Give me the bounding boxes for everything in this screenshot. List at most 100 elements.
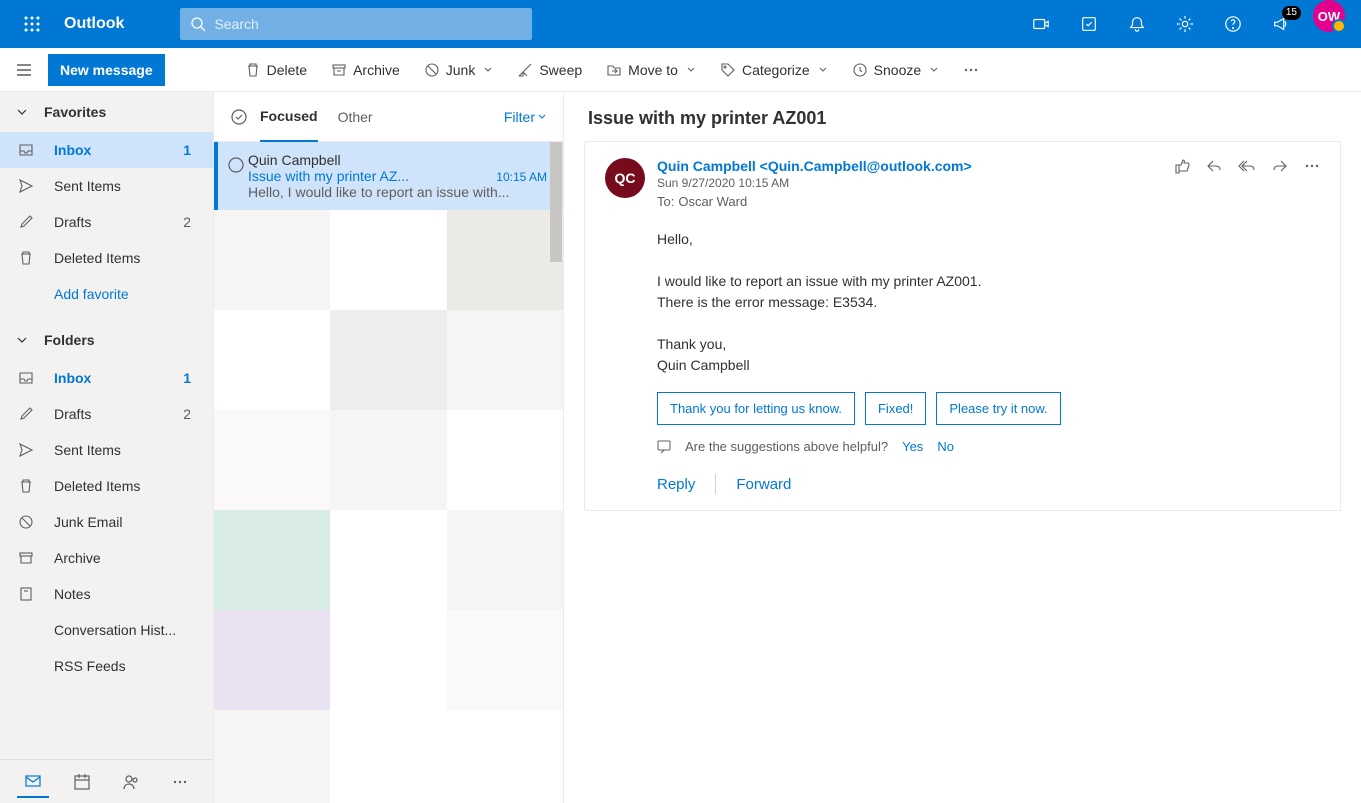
- add-favorite-link[interactable]: Add favorite: [0, 276, 213, 312]
- whatsnew-icon[interactable]: 15: [1257, 0, 1305, 48]
- nav-inbox[interactable]: Inbox1: [0, 132, 213, 168]
- favorites-header[interactable]: Favorites: [0, 92, 213, 132]
- my-day-icon[interactable]: [1065, 0, 1113, 48]
- list-scrollbar[interactable]: [549, 142, 563, 803]
- folder-sent[interactable]: Sent Items: [0, 432, 213, 468]
- feedback-no[interactable]: No: [937, 439, 954, 454]
- reading-pane: Issue with my printer AZ001 QC Quin Camp…: [564, 92, 1361, 803]
- hamburger-icon[interactable]: [8, 54, 40, 86]
- teams-call-icon[interactable]: [1017, 0, 1065, 48]
- app-title: Outlook: [56, 15, 140, 33]
- junk-button[interactable]: Junk: [414, 54, 504, 86]
- junk-icon: [16, 514, 36, 530]
- chevron-down-icon: [818, 65, 828, 75]
- moveto-icon: [606, 62, 622, 78]
- nav-sent[interactable]: Sent Items: [0, 168, 213, 204]
- forward-link[interactable]: Forward: [736, 476, 791, 493]
- drafts-icon: [16, 214, 36, 230]
- notes-icon: [16, 586, 36, 602]
- archive-button[interactable]: Archive: [321, 54, 410, 86]
- tab-other[interactable]: Other: [338, 92, 373, 142]
- inbox-icon: [16, 142, 36, 158]
- folder-archive[interactable]: Archive: [0, 540, 213, 576]
- message-sender: Quin Campbell: [248, 152, 547, 168]
- command-bar: New message Delete Archive Junk Sweep Mo…: [0, 48, 1361, 92]
- chevron-down-icon: [537, 112, 547, 122]
- message-list-pane: Focused Other Filter Quin Campbell Issue…: [214, 92, 564, 803]
- notifications-icon[interactable]: [1113, 0, 1161, 48]
- drafts-icon: [16, 406, 36, 422]
- trash-icon: [16, 250, 36, 266]
- select-all-icon[interactable]: [230, 108, 248, 126]
- ghost-placeholder: [214, 210, 563, 803]
- delete-button[interactable]: Delete: [235, 54, 317, 86]
- filter-button[interactable]: Filter: [504, 109, 547, 125]
- folder-rss[interactable]: RSS Feeds: [0, 648, 213, 684]
- people-module-icon[interactable]: [115, 766, 147, 798]
- notification-badge: 15: [1282, 6, 1301, 20]
- chevron-down-icon: [16, 106, 28, 118]
- reading-subject: Issue with my printer AZ001: [584, 108, 1341, 129]
- chevron-down-icon: [483, 65, 493, 75]
- suggested-reply-3[interactable]: Please try it now.: [936, 392, 1060, 425]
- folder-drafts[interactable]: Drafts2: [0, 396, 213, 432]
- folder-junk[interactable]: Junk Email: [0, 504, 213, 540]
- nav-deleted[interactable]: Deleted Items: [0, 240, 213, 276]
- forward-icon[interactable]: [1272, 158, 1288, 174]
- app-launcher-icon[interactable]: [8, 0, 56, 48]
- more-modules-icon[interactable]: [164, 766, 196, 798]
- folder-deleted[interactable]: Deleted Items: [0, 468, 213, 504]
- tab-focused[interactable]: Focused: [260, 92, 318, 142]
- archive-icon: [16, 550, 36, 566]
- folder-conversation-history[interactable]: Conversation Hist...: [0, 612, 213, 648]
- more-actions-icon[interactable]: [1304, 158, 1320, 174]
- reply-all-icon[interactable]: [1238, 158, 1256, 174]
- feedback-yes[interactable]: Yes: [902, 439, 923, 454]
- like-icon[interactable]: [1174, 158, 1190, 174]
- calendar-module-icon[interactable]: [66, 766, 98, 798]
- chevron-down-icon: [929, 65, 939, 75]
- message-subject: Issue with my printer AZ...: [248, 168, 409, 184]
- snooze-icon: [852, 62, 868, 78]
- more-button[interactable]: [953, 54, 989, 86]
- select-message-icon[interactable]: [224, 152, 248, 200]
- new-message-button[interactable]: New message: [48, 54, 165, 86]
- search-box[interactable]: [180, 8, 532, 40]
- trash-icon: [16, 478, 36, 494]
- reply-link[interactable]: Reply: [657, 476, 695, 493]
- settings-icon[interactable]: [1161, 0, 1209, 48]
- sent-icon: [16, 178, 36, 194]
- account-avatar[interactable]: OW: [1313, 0, 1345, 32]
- suggested-reply-2[interactable]: Fixed!: [865, 392, 926, 425]
- categorize-button[interactable]: Categorize: [710, 54, 838, 86]
- sent-icon: [16, 442, 36, 458]
- chevron-down-icon: [16, 334, 28, 346]
- mail-module-icon[interactable]: [17, 766, 49, 798]
- snooze-button[interactable]: Snooze: [842, 54, 949, 86]
- to-recipient[interactable]: Oscar Ward: [678, 194, 747, 209]
- reply-icon[interactable]: [1206, 158, 1222, 174]
- sender-name[interactable]: Quin Campbell <Quin.Campbell@outlook.com…: [657, 158, 1162, 174]
- help-icon[interactable]: [1209, 0, 1257, 48]
- nav-drafts[interactable]: Drafts2: [0, 204, 213, 240]
- move-to-button[interactable]: Move to: [596, 54, 706, 86]
- message-item[interactable]: Quin Campbell Issue with my printer AZ..…: [214, 142, 563, 210]
- search-input[interactable]: [214, 16, 522, 32]
- search-icon: [190, 16, 206, 32]
- folder-notes[interactable]: Notes: [0, 576, 213, 612]
- feedback-icon: [657, 440, 671, 454]
- folders-header[interactable]: Folders: [0, 320, 213, 360]
- sweep-icon: [517, 62, 533, 78]
- delete-icon: [245, 62, 261, 78]
- folder-inbox[interactable]: Inbox1: [0, 360, 213, 396]
- inbox-icon: [16, 370, 36, 386]
- suggested-reply-1[interactable]: Thank you for letting us know.: [657, 392, 855, 425]
- message-preview: Hello, I would like to report an issue w…: [248, 184, 547, 200]
- archive-icon: [331, 62, 347, 78]
- sweep-button[interactable]: Sweep: [507, 54, 592, 86]
- feedback-prompt: Are the suggestions above helpful?: [685, 439, 888, 454]
- junk-icon: [424, 62, 440, 78]
- folder-nav: Favorites Inbox1 Sent Items Drafts2 Dele…: [0, 92, 214, 803]
- message-body: Hello, I would like to report an issue w…: [657, 229, 1320, 376]
- suite-header: Outlook 15 OW: [0, 0, 1361, 48]
